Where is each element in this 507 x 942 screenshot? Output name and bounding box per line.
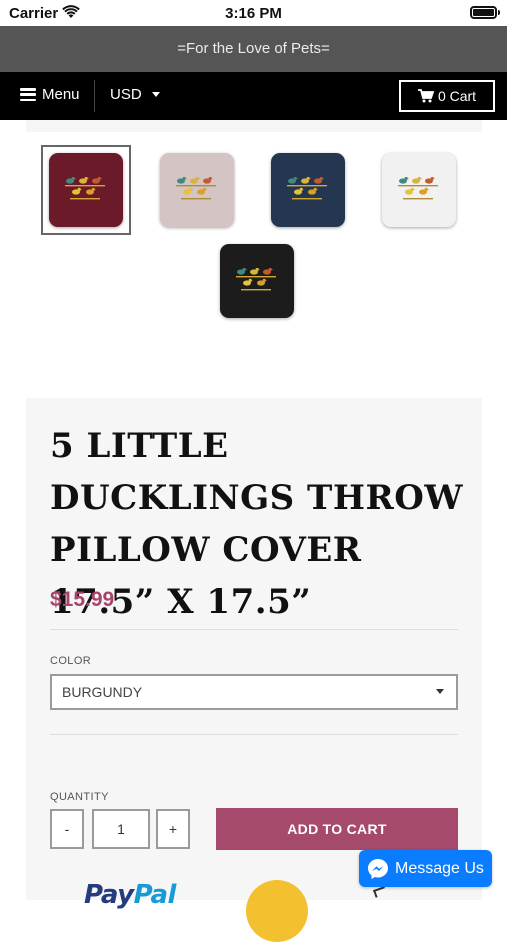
menu-button[interactable]: Menu [20, 86, 80, 103]
announcement-bar[interactable]: =For the Love of Pets= [0, 26, 507, 72]
cart-button[interactable]: 0 Cart [399, 80, 495, 112]
status-bar: Carrier 3:16 PM [0, 0, 507, 26]
thumbnail-navy[interactable] [263, 145, 353, 235]
divider [50, 734, 458, 735]
cart-label: 0 Cart [437, 88, 477, 104]
thumbnail-white[interactable] [374, 145, 464, 235]
paypal-logo: PayPal [84, 880, 176, 910]
battery-icon [470, 6, 500, 19]
thumbnail-black[interactable] [212, 236, 302, 326]
thumbnail-pink[interactable] [152, 145, 242, 235]
color-label: COLOR [50, 655, 92, 667]
pillow-image [220, 244, 294, 318]
caret-down-icon [436, 689, 444, 694]
quantity-decrease-button[interactable]: - [50, 809, 84, 849]
pillow-image [160, 153, 234, 227]
hamburger-icon [20, 88, 36, 101]
thumbnail-burgundy[interactable] [41, 145, 131, 235]
guarantee-seal-icon [246, 880, 308, 942]
quantity-input[interactable]: 1 [92, 809, 150, 849]
currency-label: USD [110, 86, 142, 103]
top-nav: Menu USD 0 Cart [0, 72, 507, 120]
image-area-edge [26, 120, 482, 132]
add-to-cart-button[interactable]: ADD TO CART [216, 808, 458, 850]
pillow-image [49, 153, 123, 227]
currency-selector[interactable]: USD [110, 86, 160, 103]
pillow-image [271, 153, 345, 227]
messenger-icon [368, 858, 388, 879]
caret-down-icon [151, 92, 160, 97]
nav-divider [94, 80, 95, 112]
divider [50, 629, 458, 630]
messenger-label: Message Us [395, 859, 484, 877]
color-select[interactable]: BURGUNDY [50, 674, 458, 710]
quantity-label: QUANTITY [50, 791, 109, 803]
product-price: $15.99 [50, 588, 115, 611]
menu-label: Menu [42, 86, 80, 103]
messenger-button[interactable]: Message Us [359, 850, 492, 887]
cart-icon [417, 89, 434, 103]
clock: 3:16 PM [225, 5, 282, 22]
pillow-image [382, 153, 456, 227]
color-select-value: BURGUNDY [62, 684, 143, 700]
product-info-card: 5 LITTLE DUCKLINGS THROW PILLOW COVER 17… [26, 398, 482, 900]
quantity-increase-button[interactable]: + [156, 809, 190, 849]
